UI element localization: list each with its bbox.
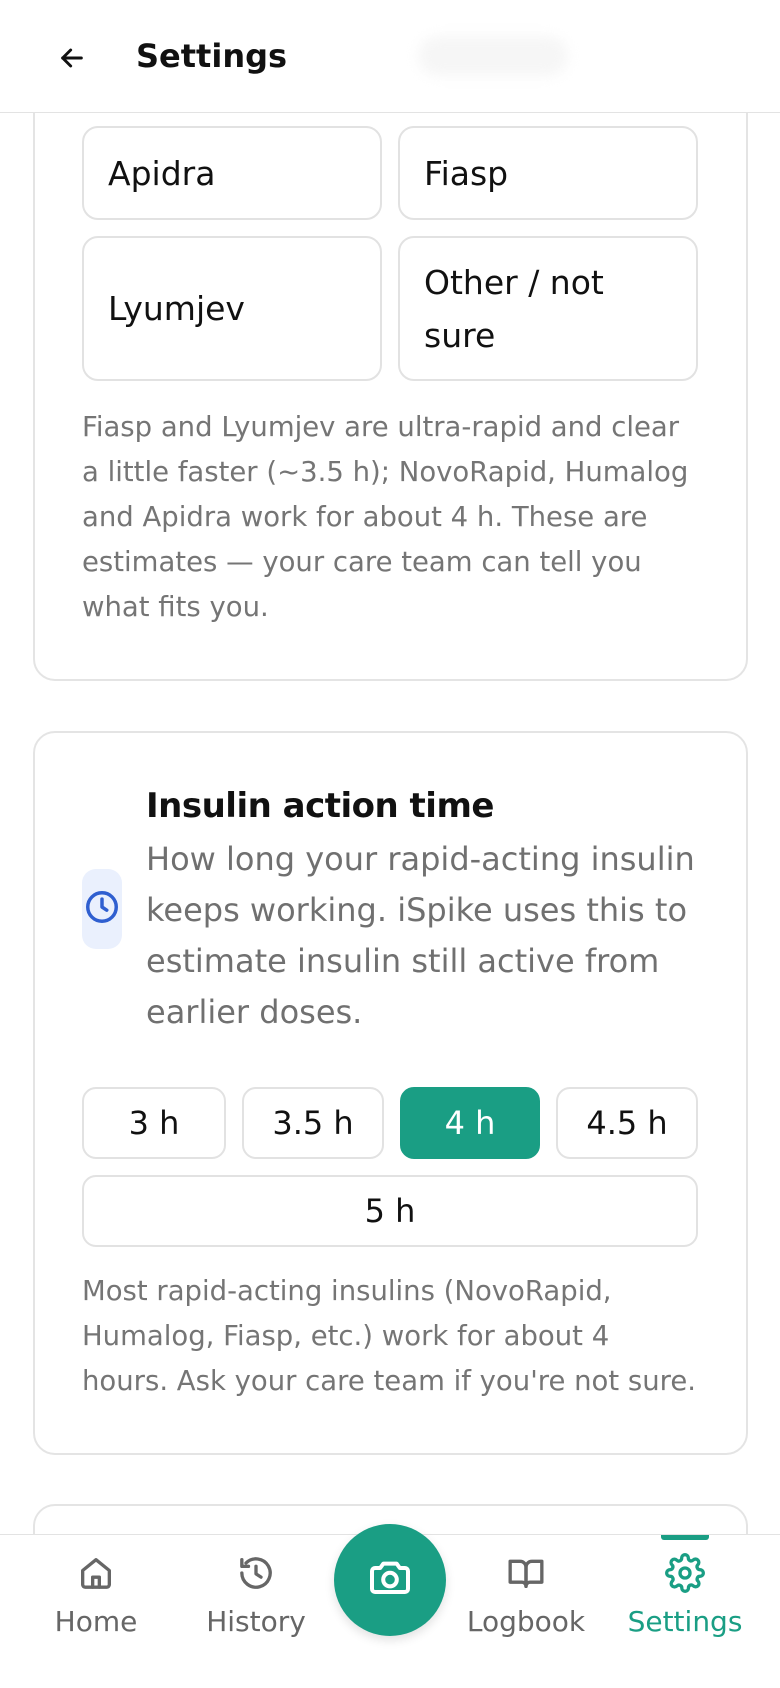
home-icon: [76, 1549, 116, 1597]
clock-icon-badge: [82, 869, 122, 949]
camera-icon: [366, 1554, 414, 1606]
brand-option-other[interactable]: Other / not sure: [398, 236, 698, 381]
header-blurred-element: [418, 36, 568, 76]
insulin-brand-note: Fiasp and Lyumjev are ultra-rapid and cl…: [82, 411, 689, 623]
brand-option-apidra[interactable]: Apidra: [82, 126, 382, 220]
arrow-left-icon: [56, 42, 88, 78]
brand-option-lyumjev[interactable]: Lyumjev: [82, 236, 382, 381]
camera-button[interactable]: [334, 1524, 446, 1636]
nav-label-home: Home: [54, 1605, 138, 1638]
settings-screen: Settings Apidra Fiasp Lyumjev Other / no…: [0, 0, 780, 1688]
nav-item-history[interactable]: History: [194, 1535, 318, 1688]
nav-item-home[interactable]: Home: [40, 1535, 152, 1688]
nav-label-history: History: [206, 1605, 306, 1638]
brand-option-fiasp[interactable]: Fiasp: [398, 126, 698, 220]
nav-label-logbook: Logbook: [466, 1605, 586, 1638]
section-title: Insulin action time: [146, 786, 494, 826]
nav-item-settings[interactable]: Settings: [622, 1535, 748, 1688]
section-description: How long your rapid-acting insulin keeps…: [146, 840, 695, 1031]
page-title: Settings: [136, 37, 288, 75]
duration-option-3-5h[interactable]: 3.5 h: [242, 1087, 384, 1159]
duration-option-4-5h[interactable]: 4.5 h: [556, 1087, 698, 1159]
duration-option-4h-selected[interactable]: 4 h: [400, 1087, 540, 1159]
insulin-action-note: Most rapid-acting insulins (NovoRapid, H…: [82, 1275, 697, 1397]
duration-option-5h[interactable]: 5 h: [82, 1175, 698, 1247]
duration-option-3h[interactable]: 3 h: [82, 1087, 226, 1159]
book-icon: [505, 1549, 547, 1597]
app-header: Settings: [0, 0, 780, 113]
history-icon: [236, 1549, 276, 1597]
clock-icon: [83, 888, 121, 930]
back-button[interactable]: [46, 34, 98, 86]
gear-icon: [665, 1549, 705, 1597]
nav-label-settings: Settings: [627, 1605, 743, 1638]
nav-item-logbook[interactable]: Logbook: [462, 1535, 590, 1688]
